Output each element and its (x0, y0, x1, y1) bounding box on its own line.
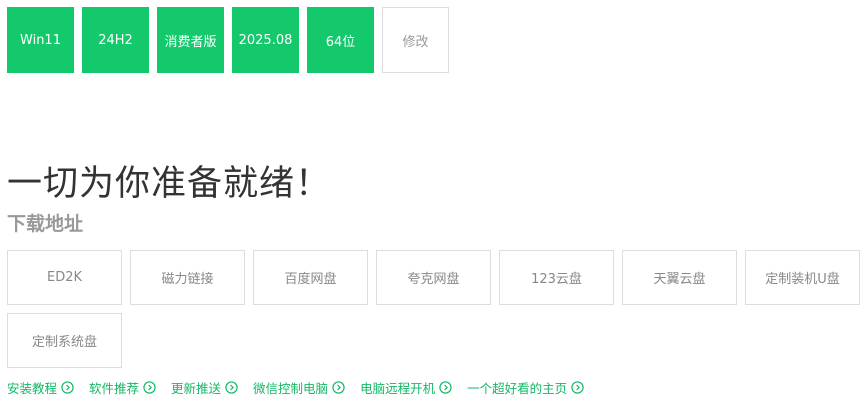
option-os-button[interactable]: Win11 (7, 7, 74, 73)
download-baidu-button[interactable]: 百度网盘 (253, 250, 368, 305)
link-label: 电脑远程开机 (360, 381, 436, 396)
option-arch-button[interactable]: 64位 (307, 7, 374, 73)
link-wechat-control[interactable]: 微信控制电脑 (253, 378, 345, 397)
option-version-button[interactable]: 24H2 (82, 7, 149, 73)
chevron-right-circle-icon (225, 381, 238, 394)
link-label: 一个超好看的主页 (467, 381, 568, 396)
download-section-title: 下载地址 (7, 213, 84, 235)
download-quark-button[interactable]: 夸克网盘 (376, 250, 491, 305)
link-homepage[interactable]: 一个超好看的主页 (467, 378, 584, 397)
download-ed2k-button[interactable]: ED2K (7, 250, 122, 305)
link-label: 安装教程 (7, 381, 58, 396)
page-headline: 一切为你准备就绪！ (7, 164, 332, 204)
option-date-button[interactable]: 2025.08 (232, 7, 299, 73)
option-edition-button[interactable]: 消费者版 (157, 7, 224, 73)
link-label: 微信控制电脑 (253, 381, 329, 396)
link-label: 软件推荐 (89, 381, 140, 396)
option-chips: Win11 24H2 消费者版 2025.08 64位 修改 (7, 7, 449, 73)
download-buttons: ED2K 磁力链接 百度网盘 夸克网盘 123云盘 天翼云盘 定制装机U盘 定制… (7, 250, 865, 368)
chevron-right-circle-icon (61, 381, 74, 394)
chevron-right-circle-icon (439, 381, 452, 394)
download-system-disk-button[interactable]: 定制系统盘 (7, 313, 122, 368)
modify-button[interactable]: 修改 (382, 7, 449, 73)
download-magnet-button[interactable]: 磁力链接 (130, 250, 245, 305)
link-install-tutorial[interactable]: 安装教程 (7, 378, 74, 397)
download-123pan-button[interactable]: 123云盘 (499, 250, 614, 305)
download-usb-button[interactable]: 定制装机U盘 (745, 250, 860, 305)
link-update-push[interactable]: 更新推送 (171, 378, 238, 397)
chevron-right-circle-icon (143, 381, 156, 394)
link-label: 更新推送 (171, 381, 222, 396)
chevron-right-circle-icon (571, 381, 584, 394)
link-remote-poweron[interactable]: 电脑远程开机 (360, 378, 452, 397)
download-tianyi-button[interactable]: 天翼云盘 (622, 250, 737, 305)
link-software-recommend[interactable]: 软件推荐 (89, 378, 156, 397)
chevron-right-circle-icon (332, 381, 345, 394)
footer-links: 安装教程 软件推荐 更新推送 微信控制电脑 电脑远程开机 一个超好看的主页 (7, 378, 584, 397)
